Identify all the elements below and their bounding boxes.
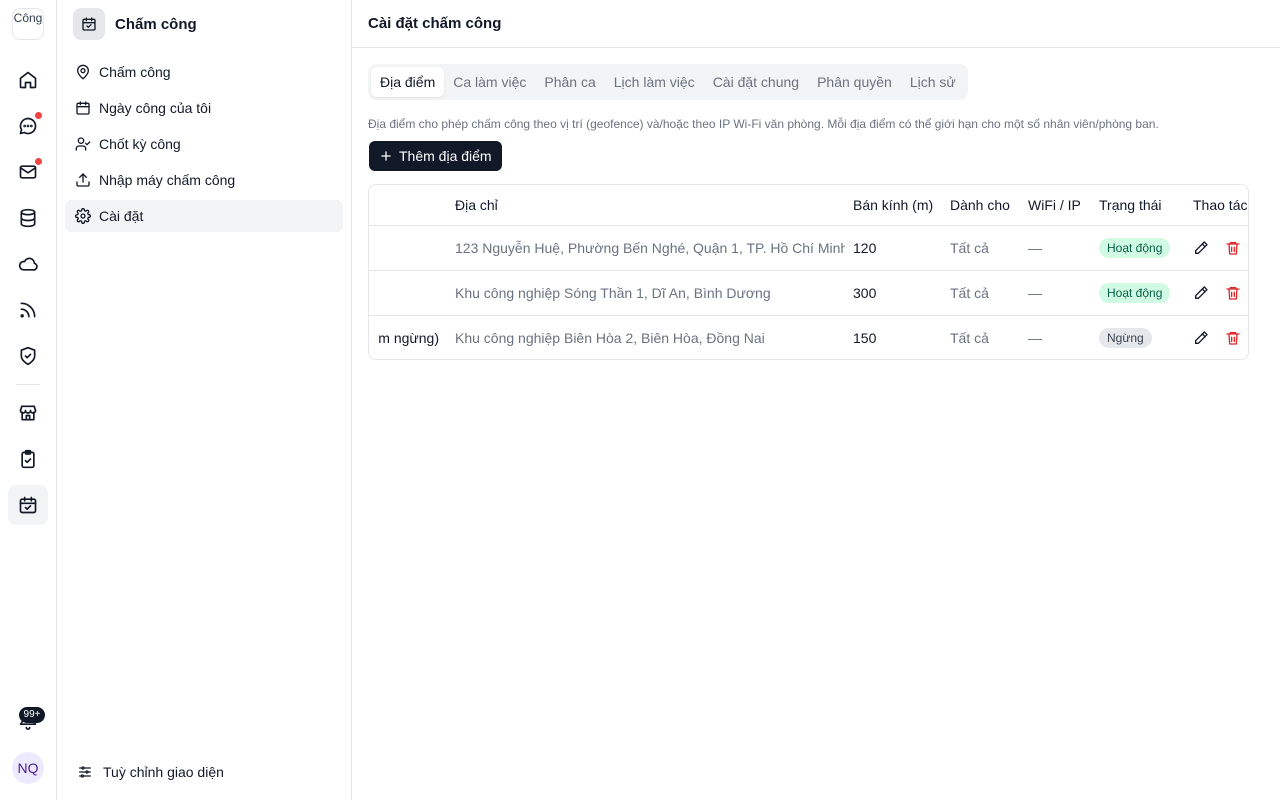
tab-dia-diem[interactable]: Địa điểm bbox=[371, 67, 445, 97]
col-status: Trạng thái bbox=[1091, 185, 1185, 226]
table-row: m ngừng) Khu công nghiệp Biên Hòa 2, Biê… bbox=[369, 315, 1248, 359]
tab-phan-quyen[interactable]: Phân quyền bbox=[808, 67, 901, 97]
col-radius: Bán kính (m) bbox=[845, 185, 942, 226]
delete-icon[interactable] bbox=[1225, 285, 1241, 301]
sidebar-item-label: Cài đặt bbox=[99, 208, 144, 224]
actions-cell bbox=[1185, 225, 1248, 271]
location-radius: 300 bbox=[845, 270, 942, 316]
tab-description: Địa điểm cho phép chấm công theo vị trí … bbox=[368, 117, 1159, 131]
cloud-icon[interactable] bbox=[8, 244, 48, 284]
unread-dot bbox=[35, 112, 42, 119]
edit-icon[interactable] bbox=[1193, 330, 1209, 346]
location-address: Khu công nghiệp Biên Hòa 2, Biên Hòa, Đồ… bbox=[455, 329, 765, 346]
col-name bbox=[369, 185, 447, 226]
tab-ca-lam-viec[interactable]: Ca làm việc bbox=[444, 67, 535, 97]
app-logo[interactable]: Công bbox=[12, 8, 44, 40]
sidebar-item-chot-ky-cong[interactable]: Chốt kỳ công bbox=[65, 128, 343, 160]
location-wifi: — bbox=[1020, 270, 1091, 316]
table-row: 123 Nguyễn Huệ, Phường Bến Nghé, Quận 1,… bbox=[369, 225, 1248, 271]
tab-lich-lam-viec[interactable]: Lịch làm việc bbox=[605, 67, 704, 97]
sidebar: Chấm công Chấm công Ngày công của tôi Ch… bbox=[57, 0, 352, 800]
location-name bbox=[369, 270, 447, 316]
sidebar-header: Chấm công bbox=[73, 8, 197, 40]
location-wifi: — bbox=[1028, 329, 1042, 346]
col-address: Địa chỉ bbox=[447, 185, 845, 226]
main-content: Cài đặt chấm công Địa điểm Ca làm việc P… bbox=[352, 0, 1280, 800]
sidebar-item-label: Nhập máy chấm công bbox=[99, 172, 236, 188]
shield-check-icon[interactable] bbox=[8, 336, 48, 376]
location-for: Tất cả bbox=[942, 270, 1020, 316]
calendar-check-icon bbox=[73, 8, 105, 40]
user-check-icon bbox=[75, 136, 91, 152]
status-cell: Ngừng bbox=[1091, 315, 1185, 359]
icon-rail: Công 99+ NQ bbox=[0, 0, 57, 800]
status-badge: Hoạt động bbox=[1099, 237, 1171, 258]
upload-icon bbox=[75, 172, 91, 188]
actions-cell bbox=[1185, 315, 1248, 359]
col-wifi: WiFi / IP bbox=[1020, 185, 1091, 226]
sidebar-nav: Chấm công Ngày công của tôi Chốt kỳ công… bbox=[65, 56, 343, 236]
status-badge: Hoạt động bbox=[1099, 282, 1171, 303]
sidebar-title: Chấm công bbox=[115, 15, 197, 33]
home-icon[interactable] bbox=[8, 60, 48, 100]
tab-phan-ca[interactable]: Phân ca bbox=[535, 67, 604, 97]
location-radius: 120 bbox=[845, 225, 942, 271]
settings-tabs: Địa điểm Ca làm việc Phân ca Lịch làm vi… bbox=[368, 64, 968, 100]
sidebar-item-cham-cong[interactable]: Chấm công bbox=[65, 56, 343, 88]
col-for: Dành cho bbox=[942, 185, 1020, 226]
mail-icon[interactable] bbox=[8, 152, 48, 192]
location-name bbox=[369, 225, 447, 271]
delete-icon[interactable] bbox=[1225, 330, 1241, 346]
table-header-row: Địa chỉ Bán kính (m) Dành cho WiFi / IP … bbox=[369, 185, 1248, 226]
table-row: Khu công nghiệp Sóng Thần 1, Dĩ An, Bình… bbox=[369, 270, 1248, 316]
calendar-icon bbox=[75, 100, 91, 116]
plus-icon bbox=[379, 149, 393, 163]
unread-dot bbox=[35, 158, 42, 165]
location-for: Tất cả bbox=[942, 225, 1020, 271]
status-cell: Hoạt động bbox=[1091, 225, 1185, 271]
rss-icon[interactable] bbox=[8, 290, 48, 330]
location-address: Khu công nghiệp Sóng Thần 1, Dĩ An, Bình… bbox=[447, 270, 845, 316]
sliders-icon bbox=[77, 764, 93, 780]
add-location-button[interactable]: Thêm địa điểm bbox=[369, 141, 502, 171]
rail-divider bbox=[16, 384, 40, 385]
location-for: Tất cả bbox=[950, 329, 989, 346]
avatar[interactable]: NQ bbox=[12, 752, 44, 784]
actions-cell bbox=[1185, 270, 1248, 316]
page-title: Cài đặt chấm công bbox=[352, 0, 1280, 48]
gear-icon bbox=[75, 208, 91, 224]
edit-icon[interactable] bbox=[1193, 285, 1209, 301]
customize-ui-label: Tuỳ chỉnh giao diện bbox=[103, 764, 224, 780]
customize-ui-button[interactable]: Tuỳ chỉnh giao diện bbox=[77, 764, 224, 780]
status-cell: Hoạt động bbox=[1091, 270, 1185, 316]
delete-icon[interactable] bbox=[1225, 240, 1241, 256]
edit-icon[interactable] bbox=[1193, 240, 1209, 256]
location-wifi: — bbox=[1020, 225, 1091, 271]
sidebar-item-label: Ngày công của tôi bbox=[99, 100, 212, 116]
col-actions: Thao tác bbox=[1185, 185, 1248, 226]
calendar-check-icon[interactable] bbox=[8, 485, 48, 525]
location-name: m ngừng) bbox=[378, 329, 439, 346]
sidebar-item-nhap-may[interactable]: Nhập máy chấm công bbox=[65, 164, 343, 196]
location-address: 123 Nguyễn Huệ, Phường Bến Nghé, Quận 1,… bbox=[447, 225, 845, 271]
locations-table[interactable]: Địa chỉ Bán kính (m) Dành cho WiFi / IP … bbox=[368, 184, 1249, 360]
add-location-label: Thêm địa điểm bbox=[399, 148, 492, 164]
store-icon[interactable] bbox=[8, 393, 48, 433]
database-icon[interactable] bbox=[8, 198, 48, 238]
notification-count-badge: 99+ bbox=[19, 707, 45, 723]
sidebar-item-label: Chốt kỳ công bbox=[99, 136, 181, 152]
location-radius: 150 bbox=[853, 329, 877, 346]
tab-lich-su[interactable]: Lịch sử bbox=[901, 67, 965, 97]
clipboard-check-icon[interactable] bbox=[8, 439, 48, 479]
sidebar-item-ngay-cong[interactable]: Ngày công của tôi bbox=[65, 92, 343, 124]
status-badge: Ngừng bbox=[1099, 327, 1152, 348]
chat-icon[interactable] bbox=[8, 106, 48, 146]
tab-cai-dat-chung[interactable]: Cài đặt chung bbox=[704, 67, 808, 97]
sidebar-item-label: Chấm công bbox=[99, 64, 171, 80]
map-pin-icon bbox=[75, 64, 91, 80]
sidebar-item-cai-dat[interactable]: Cài đặt bbox=[65, 200, 343, 232]
